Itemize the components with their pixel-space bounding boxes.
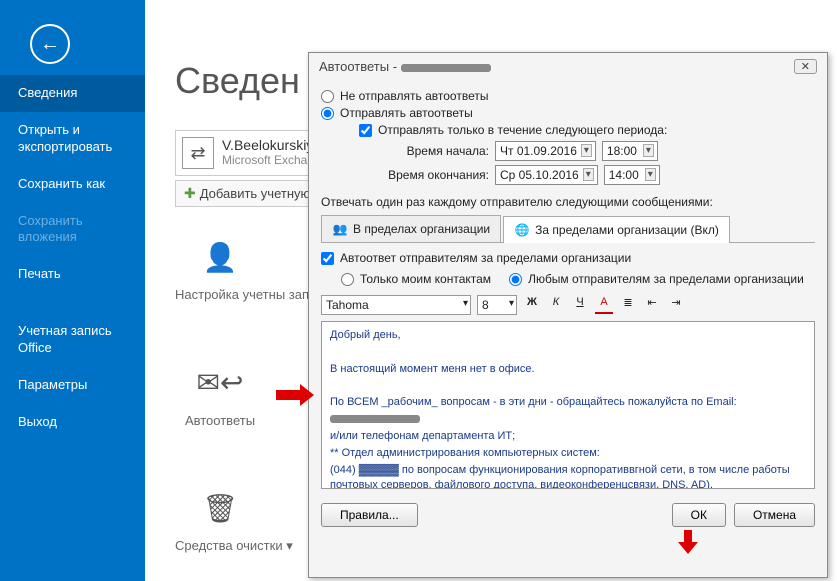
rules-button[interactable]: Правила...: [321, 503, 418, 527]
message-editor[interactable]: Добрый день, В настоящий момент меня нет…: [321, 321, 815, 489]
tab-inside-org[interactable]: 👥 В пределах организации: [321, 215, 501, 242]
sidebar: Сведения Открыть и экспортировать Сохран…: [0, 0, 145, 581]
people-icon: 👥: [332, 221, 348, 237]
sidebar-item-options[interactable]: Параметры: [0, 367, 145, 404]
sidebar-item-save-attachments: Сохранить вложения: [0, 203, 145, 257]
italic-button[interactable]: К: [547, 296, 565, 314]
close-button[interactable]: ✕: [794, 59, 817, 74]
sidebar-item-save-as[interactable]: Сохранить как: [0, 166, 145, 203]
tab-outside-org[interactable]: 🌐 За пределами организации (Вкл): [503, 216, 730, 243]
autoreply-dialog: Автоответы - ✕ Не отправлять автоответы …: [308, 52, 828, 578]
exchange-icon: ⇄: [182, 137, 214, 169]
radio-anyone[interactable]: Любым отправителям за пределами организа…: [509, 272, 804, 286]
outdent-button[interactable]: ⇤: [643, 296, 661, 314]
checkbox-outside-autoreply[interactable]: Автоответ отправителям за пределами орга…: [321, 251, 815, 265]
indent-button[interactable]: ⇥: [667, 296, 685, 314]
annotation-arrow-down: [678, 530, 698, 556]
redacted: [401, 64, 491, 72]
font-color-button[interactable]: А: [595, 296, 613, 314]
end-label: Время окончания:: [359, 168, 489, 182]
radio-send-autoreply[interactable]: Отправлять автоответы: [321, 106, 815, 120]
radio-contacts-only[interactable]: Только моим контактам: [341, 272, 491, 286]
globe-icon: 🌐: [514, 222, 530, 238]
sidebar-item-print[interactable]: Печать: [0, 256, 145, 293]
radio-no-autoreply[interactable]: Не отправлять автоответы: [321, 89, 815, 103]
start-label: Время начала:: [359, 144, 489, 158]
font-size-combo[interactable]: 8: [477, 295, 517, 315]
sidebar-item-exit[interactable]: Выход: [0, 404, 145, 441]
redacted: [330, 415, 420, 423]
annotation-arrow-right: [276, 384, 316, 404]
sidebar-item-open-export[interactable]: Открыть и экспортировать: [0, 112, 145, 166]
ok-button[interactable]: ОК: [672, 503, 726, 527]
sidebar-item-info[interactable]: Сведения: [0, 75, 145, 112]
cleanup-icon: 🗑: [175, 478, 265, 538]
tabs: 👥 В пределах организации 🌐 За пределами …: [321, 215, 815, 243]
dialog-title: Автоответы -: [319, 59, 401, 74]
checkbox-period[interactable]: Отправлять только в течение следующего п…: [359, 123, 815, 137]
back-button[interactable]: [30, 24, 70, 64]
add-account-label: Добавить учетную: [200, 186, 311, 201]
reply-note: Отвечать один раз каждому отправителю сл…: [321, 195, 815, 209]
autoreply-icon: ✉↩: [175, 353, 265, 413]
start-time-combo[interactable]: 18:00: [602, 141, 658, 161]
underline-button[interactable]: Ч: [571, 296, 589, 314]
cancel-button[interactable]: Отмена: [734, 503, 815, 527]
bold-button[interactable]: Ж: [523, 296, 541, 314]
user-icon: 👤: [175, 227, 265, 287]
start-date-combo[interactable]: Чт 01.09.2016: [495, 141, 596, 161]
end-time-combo[interactable]: 14:00: [604, 165, 660, 185]
font-toolbar: Tahoma 8 Ж К Ч А ≣ ⇤ ⇥: [321, 295, 815, 315]
font-name-combo[interactable]: Tahoma: [321, 295, 471, 315]
bullets-button[interactable]: ≣: [619, 296, 637, 314]
sidebar-item-office-account[interactable]: Учетная запись Office: [0, 313, 145, 367]
end-date-combo[interactable]: Ср 05.10.2016: [495, 165, 598, 185]
